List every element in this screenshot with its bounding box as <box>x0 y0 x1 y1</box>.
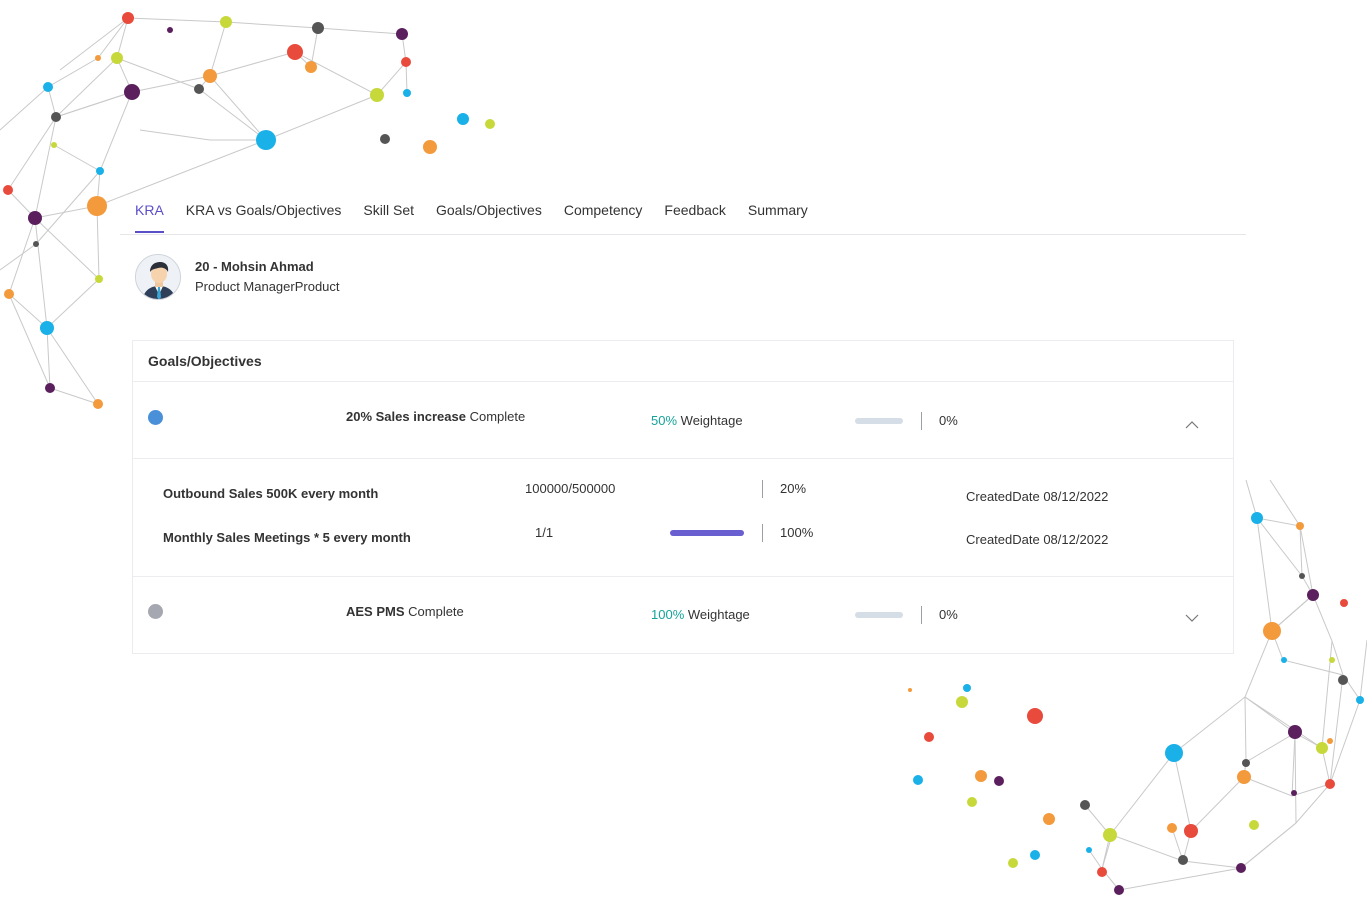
goal-weightage: 100% Weightage <box>651 607 750 622</box>
goal-progress-text: 0% <box>939 607 958 622</box>
goals-panel: Goals/Objectives 20% Sales increase Comp… <box>132 340 1234 654</box>
goal-row[interactable]: AES PMS Complete 100% Weightage 0% <box>133 577 1233 654</box>
chevron-down-icon[interactable] <box>1185 611 1199 625</box>
goal-title: AES PMS Complete <box>346 604 464 619</box>
divider <box>921 606 922 624</box>
tab-skill-set[interactable]: Skill Set <box>363 196 414 232</box>
weightage-percent: 50% <box>651 413 678 428</box>
tab-competency[interactable]: Competency <box>564 196 643 232</box>
objective-progress-fill <box>670 530 744 536</box>
employee-role: Product ManagerProduct <box>195 279 340 294</box>
objective-ratio: 1/1 <box>535 525 554 540</box>
user-avatar-icon <box>136 255 180 299</box>
goal-progress-bar <box>855 418 903 424</box>
goal-status: Complete <box>469 409 526 424</box>
goal-name: AES PMS <box>346 604 405 619</box>
tab-feedback[interactable]: Feedback <box>664 196 725 232</box>
weightage-percent: 100% <box>651 607 685 622</box>
employee-header: 20 - Mohsin Ahmad Product ManagerProduct <box>135 254 340 300</box>
status-dot <box>148 604 163 619</box>
goal-progress-text: 0% <box>939 413 958 428</box>
weightage-label: Weightage <box>680 413 743 428</box>
goal-title: 20% Sales increase Complete <box>346 409 525 424</box>
status-dot <box>148 410 163 425</box>
tab-kra[interactable]: KRA <box>135 196 164 233</box>
objective-progress-text: 20% <box>780 481 807 496</box>
objective-created-date: CreatedDate 08/12/2022 <box>966 489 1109 504</box>
objective-created-date: CreatedDate 08/12/2022 <box>966 532 1109 547</box>
goal-row[interactable]: 20% Sales increase Complete 50% Weightag… <box>133 382 1233 459</box>
objective-name: Outbound Sales 500K every month <box>163 486 379 501</box>
objective-name: Monthly Sales Meetings * 5 every month <box>163 530 411 545</box>
divider <box>762 524 763 542</box>
divider <box>921 412 922 430</box>
page: KRA KRA vs Goals/Objectives Skill Set Go… <box>0 0 1367 904</box>
goal-progress-bar <box>855 612 903 618</box>
panel-title: Goals/Objectives <box>133 341 1233 382</box>
objective-ratio: 100000/500000 <box>525 481 616 496</box>
objective-progress-bar <box>670 530 744 536</box>
divider <box>762 480 763 498</box>
tab-goals-objectives[interactable]: Goals/Objectives <box>436 196 542 232</box>
goal-status: Complete <box>408 604 464 619</box>
goal-weightage: 50% Weightage <box>651 413 743 428</box>
goal-objectives: Outbound Sales 500K every month 100000/5… <box>133 459 1233 577</box>
weightage-label: Weightage <box>687 607 750 622</box>
objective-progress-text: 100% <box>780 525 814 540</box>
tab-summary[interactable]: Summary <box>748 196 808 232</box>
avatar <box>135 254 181 300</box>
tab-bar: KRA KRA vs Goals/Objectives Skill Set Go… <box>120 196 1246 235</box>
tab-kra-vs-goals[interactable]: KRA vs Goals/Objectives <box>186 196 342 232</box>
employee-name: 20 - Mohsin Ahmad <box>195 259 314 274</box>
goal-name: 20% Sales increase <box>346 409 466 424</box>
chevron-up-icon[interactable] <box>1185 418 1199 432</box>
